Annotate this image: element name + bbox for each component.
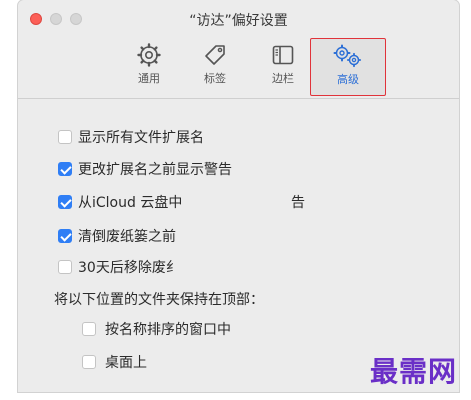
tab-general-label: 通用 [138,72,160,85]
tab-sidebar-label: 边栏 [272,72,294,85]
window-title: “访达”偏好设置 [189,13,288,29]
tab-advanced-label: 高级 [337,73,359,86]
empty-trash-warn-label: 清倒废纸篓之前 [78,229,176,245]
windows-sorted-by-name-checkbox[interactable] [82,322,96,336]
remove-trash-30-checkbox[interactable] [58,260,72,274]
show-extensions-checkbox[interactable] [58,130,72,144]
tab-advanced[interactable]: 高级 [310,38,386,96]
tab-tags[interactable]: 标签 [184,38,246,96]
windows-sorted-by-name-label: 按名称排序的窗口中 [105,322,231,338]
icloud-warn-checkbox[interactable] [58,195,72,209]
advanced-gears-icon [333,44,362,68]
on-desktop-label: 桌面上 [105,355,147,371]
sidebar-icon [272,45,294,65]
tab-sidebar[interactable]: 边栏 [252,38,314,96]
warn-extension-change-checkbox[interactable] [58,162,72,176]
tab-general[interactable]: 通用 [118,38,180,96]
watermark: 最需网 [369,355,457,388]
icloud-warn-label-tail: 告 [291,195,305,211]
tag-icon [205,45,225,65]
remove-trash-30-label: 30天后移除废纟 [78,260,180,276]
warn-extension-change-label: 更改扩展名之前显示警告 [78,162,232,178]
preferences-toolbar: 通用 标签 边栏 高级 [18,36,459,98]
folders-on-top-heading: 将以下位置的文件夹保持在顶部： [54,292,264,308]
icloud-warn-label: 从iCloud 云盘中 [78,195,183,211]
gear-icon [137,43,161,67]
titlebar: “访达”偏好设置 [18,0,459,38]
finder-preferences-window: “访达”偏好设置 通用 标签 边栏 高级 显示所有文件扩展名 更改扩展名之前显示… [18,0,459,392]
on-desktop-checkbox[interactable] [82,355,96,369]
tab-tags-label: 标签 [204,72,226,85]
show-extensions-label: 显示所有文件扩展名 [78,130,204,146]
empty-trash-warn-checkbox[interactable] [58,229,72,243]
advanced-pane: 显示所有文件扩展名 更改扩展名之前显示警告 从iCloud 云盘中 告 清倒废纸… [18,99,459,392]
